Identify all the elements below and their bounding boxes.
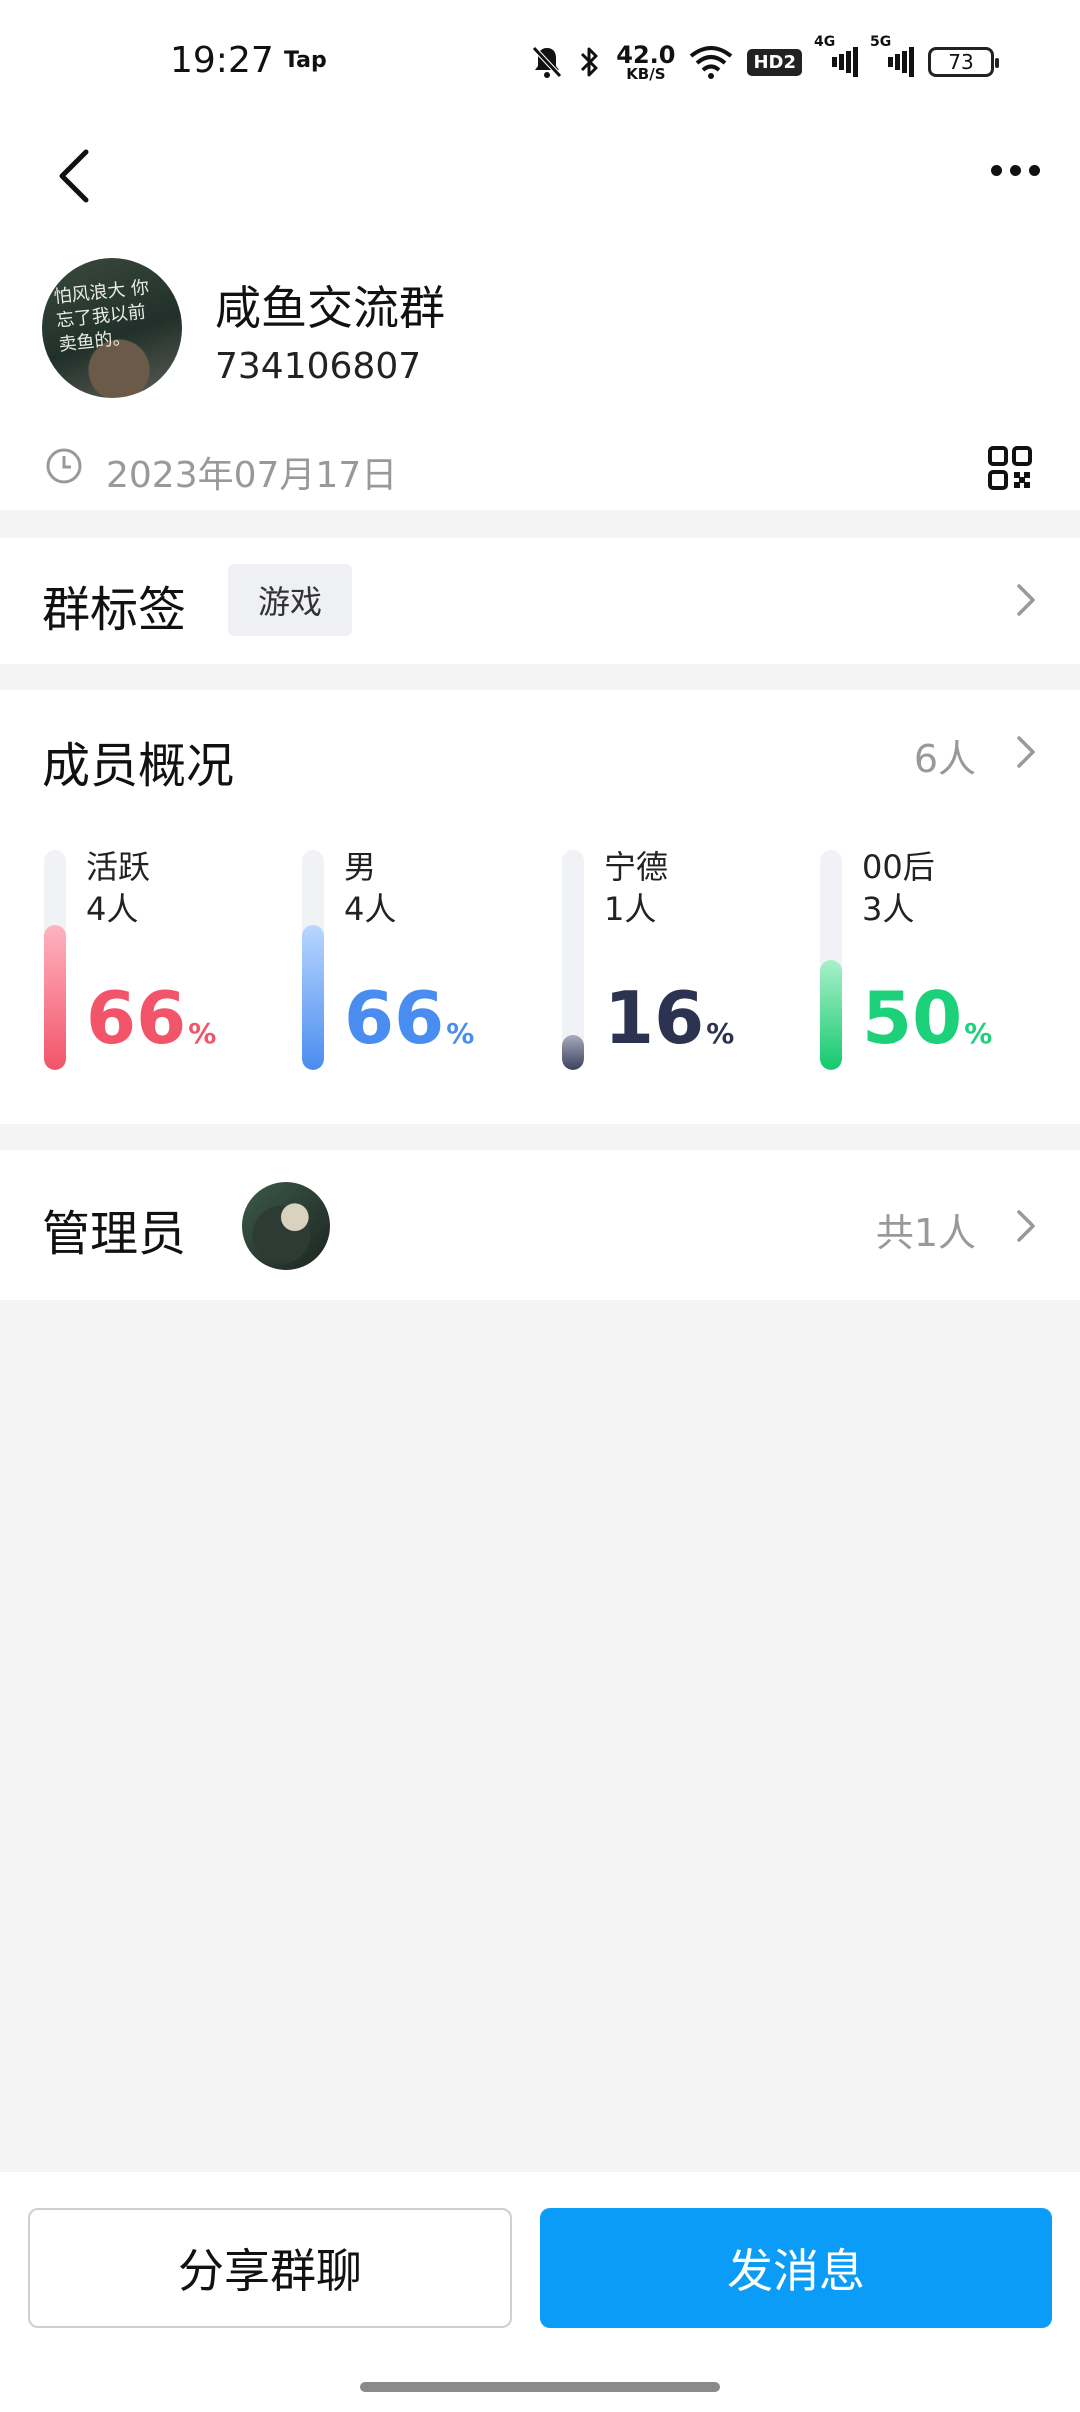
stat-bar-track	[44, 850, 66, 1070]
status-app-tag: Tap	[284, 48, 327, 73]
more-dot-icon	[1028, 164, 1040, 176]
stat-active: 活跃 4人 66%	[44, 848, 284, 1070]
stat-percent-sign: %	[706, 1017, 735, 1050]
group-avatar[interactable]: 怕风浪大 你忘了我以前 卖鱼的。	[42, 258, 182, 398]
group-tags-title: 群标签	[42, 582, 187, 638]
clock-icon	[46, 448, 82, 484]
created-date: 2023年07月17日	[106, 455, 398, 496]
signal-5g-icon: 5G	[870, 34, 914, 84]
stat-percent-value: 50	[862, 976, 963, 1060]
stat-label: 活跃	[86, 848, 151, 886]
chevron-right-icon	[1017, 1210, 1035, 1242]
members-overview-title: 成员概况	[42, 738, 235, 794]
net-speed-value: 42.0	[616, 40, 676, 69]
bottom-action-bar: 分享群聊 发消息	[0, 2172, 1080, 2412]
group-avatar-lettering: 怕风浪大 你忘了我以前 卖鱼的。	[52, 276, 151, 356]
top-nav	[0, 120, 1080, 250]
stat-percent-sign: %	[446, 1017, 475, 1050]
stat-percent: 66%	[344, 982, 474, 1054]
back-arrow-icon	[59, 149, 89, 203]
stat-count: 1人	[604, 890, 657, 928]
battery-level: 73	[928, 47, 999, 77]
members-count: 6人	[913, 737, 976, 781]
stat-percent-sign: %	[964, 1017, 993, 1050]
stat-label: 宁德	[604, 848, 669, 886]
status-time: 19:27	[170, 40, 274, 81]
stat-bar-track	[820, 850, 842, 1070]
more-dot-icon	[990, 164, 1002, 176]
hd-badge: HD2	[747, 40, 802, 84]
net-speed: 42.0 KB/S	[616, 40, 675, 84]
send-message-button[interactable]: 发消息	[540, 2208, 1052, 2328]
stat-bar-fill	[820, 960, 842, 1070]
members-overview[interactable]: 成员概况 6人 活跃 4人 66% 男 4人 66% 宁德 1人 16% 00后…	[0, 690, 1080, 1124]
stat-bar-fill	[302, 924, 324, 1070]
chevron-right-icon	[1017, 584, 1035, 616]
stat-percent: 66%	[86, 982, 216, 1054]
admins-row[interactable]: 管理员 共1人	[0, 1150, 1080, 1300]
stat-label: 男	[344, 848, 377, 886]
stat-bar-fill	[44, 924, 66, 1070]
stat-count: 4人	[344, 890, 397, 928]
stat-ningde: 宁德 1人 16%	[562, 848, 802, 1070]
signal-4g-label: 4G	[814, 34, 836, 50]
stat-count: 4人	[86, 890, 139, 928]
signal-5g-label: 5G	[870, 34, 892, 50]
stat-bar-track	[562, 850, 584, 1070]
status-icons: 42.0 KB/S HD2 4G 5G 73	[530, 34, 999, 84]
stat-bar-fill	[562, 1034, 584, 1070]
more-button[interactable]	[980, 140, 1050, 200]
home-indicator[interactable]	[360, 2382, 720, 2392]
stat-label: 00后	[862, 848, 935, 886]
group-header: 怕风浪大 你忘了我以前 卖鱼的。 咸鱼交流群 734106807 2023年07…	[0, 250, 1080, 510]
bluetooth-icon	[578, 40, 602, 84]
back-button[interactable]	[50, 132, 110, 212]
group-tags-row[interactable]: 群标签 游戏	[0, 538, 1080, 664]
stat-percent-sign: %	[188, 1017, 217, 1050]
stat-bar-track	[302, 850, 324, 1070]
battery-icon: 73	[928, 40, 999, 84]
hd-label: HD2	[747, 48, 802, 76]
net-speed-unit: KB/S	[626, 64, 666, 83]
wifi-icon	[689, 40, 733, 84]
admins-count: 共1人	[875, 1211, 976, 1255]
stat-percent-value: 66	[344, 976, 445, 1060]
stat-percent-value: 66	[86, 976, 187, 1060]
group-id: 734106807	[215, 346, 422, 387]
stat-percent-value: 16	[604, 976, 705, 1060]
share-group-button[interactable]: 分享群聊	[28, 2208, 512, 2328]
admin-avatar[interactable]	[242, 1182, 330, 1270]
signal-4g-icon: 4G	[814, 34, 858, 84]
tag-chip: 游戏	[228, 564, 353, 636]
group-name: 咸鱼交流群	[215, 281, 445, 335]
admins-title: 管理员	[42, 1206, 187, 1262]
more-dot-icon	[1009, 164, 1021, 176]
stat-count: 3人	[862, 890, 915, 928]
status-bar: 19:27 Tap 42.0 KB/S HD2 4G 5G 73	[0, 0, 1080, 120]
stat-percent: 16%	[604, 982, 734, 1054]
mute-bell-icon	[530, 40, 564, 84]
stat-percent: 50%	[862, 982, 992, 1054]
qr-code-icon[interactable]	[988, 446, 1032, 490]
stat-post-00s: 00后 3人 50%	[820, 848, 1060, 1070]
chevron-right-icon	[1017, 736, 1035, 768]
stat-male: 男 4人 66%	[302, 848, 542, 1070]
